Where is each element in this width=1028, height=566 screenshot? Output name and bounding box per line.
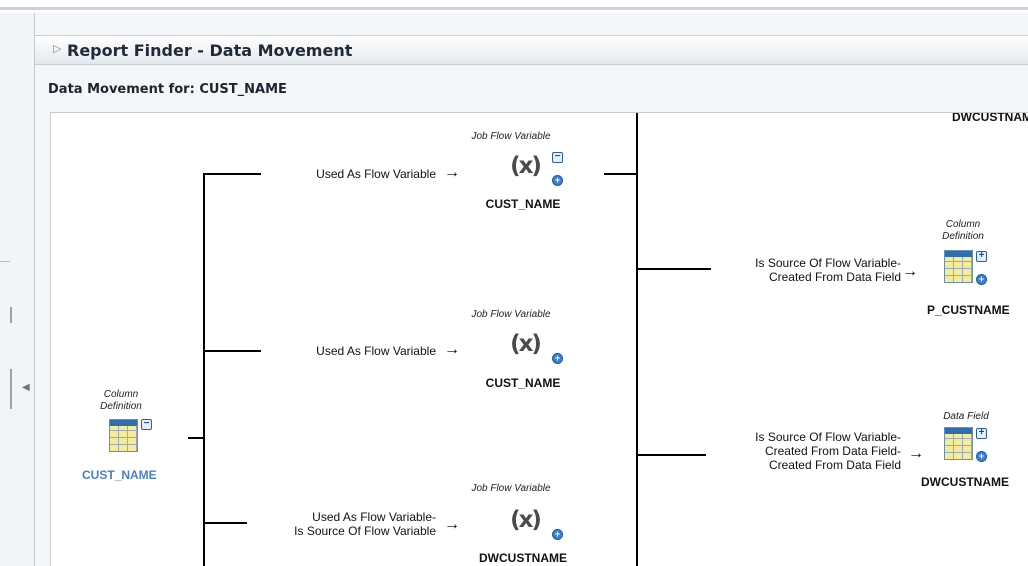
arrow-right-icon: →: [444, 516, 460, 533]
flow-variable-icon[interactable]: (x): [508, 329, 542, 359]
data-movement-diagram: Column Definition − CUST_NAME Used As Fl…: [50, 112, 1028, 566]
collapse-icon[interactable]: −: [552, 152, 563, 163]
expand-icon[interactable]: +: [552, 529, 563, 540]
node-name[interactable]: P_CUSTNAME: [927, 303, 1010, 317]
column-definition-icon[interactable]: [944, 250, 973, 283]
data-movement-heading: Data Movement for: CUST_NAME: [48, 82, 287, 97]
report-finder-panel: ▷ Report Finder - Data Movement Data Mov…: [35, 13, 1028, 566]
connector-line: [188, 437, 204, 439]
panel-title: Report Finder - Data Movement: [67, 41, 353, 60]
gutter-splitter-handle[interactable]: [10, 369, 12, 409]
node-name[interactable]: DWCUSTNAME: [463, 551, 583, 565]
expand-icon[interactable]: +: [976, 274, 987, 285]
node-type-label: Job Flow Variable: [471, 483, 551, 494]
edge-label: Is Source Of Flow Variable- Created From…: [755, 430, 901, 472]
node-name[interactable]: CUST_NAME: [473, 197, 573, 211]
connector-line: [203, 350, 261, 352]
arrow-right-icon: →: [444, 164, 460, 181]
arrow-right-icon: →: [444, 341, 460, 358]
expand-icon[interactable]: +: [552, 175, 563, 186]
connector-line: [203, 173, 261, 175]
left-sidebar-gutter: ◀: [0, 13, 35, 566]
edge-label: Used As Flow Variable- Is Source Of Flow…: [294, 510, 436, 538]
expand-box-icon[interactable]: +: [976, 428, 987, 439]
data-field-icon[interactable]: [944, 427, 973, 460]
connector-line: [203, 173, 205, 566]
expand-icon[interactable]: +: [976, 451, 987, 462]
collapse-icon[interactable]: −: [141, 419, 152, 430]
expand-icon[interactable]: +: [552, 353, 563, 364]
arrow-right-icon: →: [908, 445, 924, 462]
panel-titlebar[interactable]: ▷ Report Finder - Data Movement: [35, 35, 1028, 65]
root-node-name[interactable]: CUST_NAME: [82, 468, 157, 482]
panel-toggle-icon[interactable]: ▷: [53, 42, 61, 55]
node-type-label: Data Field: [943, 411, 989, 422]
collapse-left-icon[interactable]: ◀: [22, 382, 30, 393]
root-type-label: Column Definition: [100, 389, 142, 412]
gutter-divider: [0, 261, 10, 262]
gutter-splitter-handle[interactable]: [10, 307, 12, 323]
node-name[interactable]: DWCUSTNAME: [921, 475, 1009, 489]
column-definition-icon[interactable]: [109, 419, 138, 452]
connector-line: [636, 113, 638, 566]
node-type-label: Job Flow Variable: [471, 309, 551, 320]
edge-label: Is Source Of Flow Variable- Created From…: [755, 256, 901, 284]
node-type-label: Column Definition: [942, 219, 984, 242]
connector-line: [604, 173, 637, 175]
connector-line: [636, 268, 711, 270]
expand-box-icon[interactable]: +: [976, 251, 987, 262]
edge-label: Used As Flow Variable: [316, 344, 436, 358]
node-name[interactable]: DWCUSTNAME: [952, 113, 1028, 124]
node-type-label: Job Flow Variable: [471, 131, 551, 142]
top-border: [0, 0, 1028, 10]
edge-label: Used As Flow Variable: [316, 167, 436, 181]
flow-variable-icon[interactable]: (x): [508, 151, 542, 181]
flow-variable-icon[interactable]: (x): [508, 505, 542, 535]
node-name[interactable]: CUST_NAME: [473, 376, 573, 390]
arrow-right-icon: →: [902, 263, 918, 280]
